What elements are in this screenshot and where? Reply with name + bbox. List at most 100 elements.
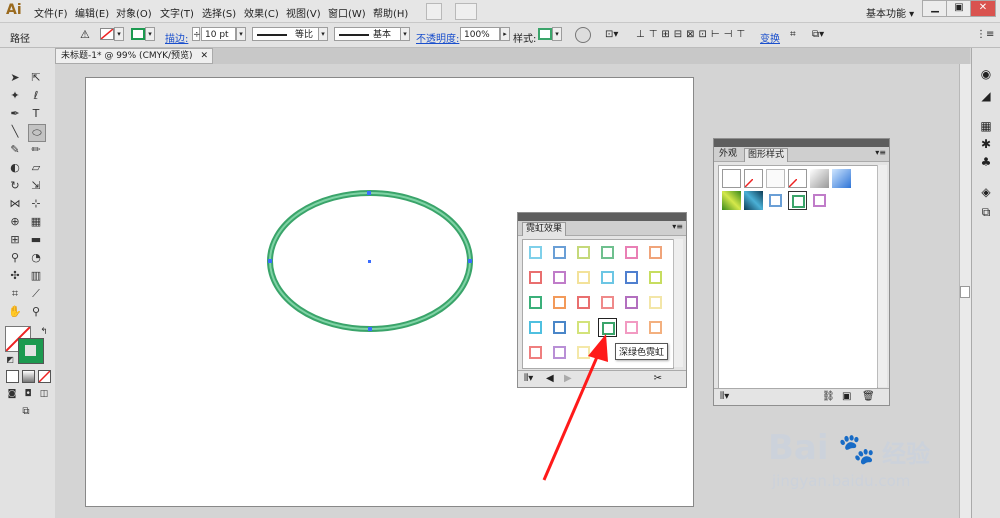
stroke-weight-input[interactable]: 10 pt — [201, 27, 236, 41]
lasso-tool-icon[interactable]: ℓ — [28, 88, 44, 104]
library-menu-icon[interactable]: ⫴▾ — [524, 373, 533, 384]
document-tab[interactable]: 未标题-1* @ 99% (CMYK/预览) ✕ — [55, 48, 213, 64]
neon-swatch[interactable] — [550, 268, 569, 287]
shape-builder-tool-icon[interactable]: ⊕ — [7, 214, 23, 230]
ellipse-shape[interactable] — [265, 188, 475, 333]
neon-swatch[interactable] — [598, 243, 617, 262]
eraser-tool-icon[interactable]: ▱ — [28, 160, 44, 176]
brush-dropdown[interactable]: ▾ — [400, 27, 410, 41]
magic-wand-tool-icon[interactable]: ✦ — [7, 88, 23, 104]
arrange-documents-button[interactable] — [455, 3, 477, 20]
style-blue-texture[interactable] — [744, 191, 763, 210]
neon-swatch[interactable] — [598, 268, 617, 287]
menu-select[interactable]: 选择(S) — [202, 5, 236, 20]
neon-swatch[interactable] — [574, 243, 593, 262]
style-dark-green-neon[interactable] — [788, 191, 807, 210]
color-mode-button[interactable] — [6, 370, 19, 383]
color-panel-icon[interactable]: ◉ — [977, 66, 995, 82]
neon-swatch[interactable] — [622, 243, 641, 262]
style-no-fill[interactable] — [788, 169, 807, 188]
panel-scrollbar[interactable] — [877, 165, 887, 387]
layers-panel-icon[interactable]: ◈ — [977, 184, 995, 200]
break-link-icon[interactable]: ✂ — [654, 373, 662, 384]
scale-tool-icon[interactable]: ⇲ — [28, 178, 44, 194]
tab-appearance[interactable]: 外观 — [716, 148, 740, 161]
style-blue-gradient[interactable] — [832, 169, 851, 188]
opacity-input[interactable]: 100% — [460, 27, 500, 41]
menu-object[interactable]: 对象(O) — [116, 5, 152, 20]
delete-style-icon[interactable]: 🗑 — [862, 391, 875, 402]
zoom-tool-icon[interactable]: ⚲ — [28, 304, 44, 320]
draw-normal-icon[interactable]: ◙ — [4, 386, 20, 402]
panel-header-bar[interactable] — [518, 213, 686, 221]
style-plain[interactable] — [766, 169, 785, 188]
neon-swatch[interactable] — [574, 293, 593, 312]
break-link-icon[interactable]: ⛓ — [822, 391, 835, 402]
neon-swatch[interactable] — [574, 268, 593, 287]
opacity-label[interactable]: 不透明度: — [416, 30, 459, 45]
hand-tool-icon[interactable]: ✋ — [7, 304, 23, 320]
align-to-icon[interactable]: ⊡▾ — [605, 29, 618, 40]
new-style-icon[interactable]: ▣ — [842, 391, 851, 402]
direct-selection-tool-icon[interactable]: ⇱ — [28, 70, 44, 86]
neon-swatch[interactable] — [622, 293, 641, 312]
gradient-mode-button[interactable] — [22, 370, 35, 383]
vertical-scrollbar[interactable] — [959, 64, 971, 518]
fill-color-swatch[interactable] — [100, 28, 114, 40]
rotate-tool-icon[interactable]: ↻ — [7, 178, 23, 194]
menu-type[interactable]: 文字(T) — [160, 5, 194, 20]
line-tool-icon[interactable]: ╲ — [7, 124, 23, 140]
swatches-panel-icon[interactable]: ▦ — [977, 118, 995, 134]
slice-tool-icon[interactable]: ⟋ — [28, 286, 44, 302]
style-blue-neon[interactable] — [766, 191, 785, 210]
bridge-button[interactable] — [426, 3, 442, 20]
stroke-label[interactable]: 描边: — [165, 30, 188, 45]
neon-swatch[interactable] — [646, 318, 665, 337]
symbols-panel-icon[interactable]: ♣ — [977, 154, 995, 170]
paintbrush-tool-icon[interactable]: ✎ — [7, 142, 23, 158]
anchor-point[interactable] — [368, 327, 372, 331]
swap-fill-stroke-icon[interactable]: ↰ — [36, 324, 52, 340]
width-tool-icon[interactable]: ⋈ — [7, 196, 23, 212]
library-menu-icon[interactable]: ⫴▾ — [720, 391, 729, 402]
isolate-icon[interactable]: ⌗ — [790, 29, 796, 40]
fill-dropdown[interactable]: ▾ — [114, 27, 124, 41]
style-default[interactable] — [722, 169, 741, 188]
restore-button[interactable]: ▣ — [946, 0, 972, 17]
tab-graphic-styles[interactable]: 图形样式 — [744, 148, 789, 162]
anchor-point[interactable] — [367, 191, 371, 195]
draw-inside-icon[interactable]: ◫ — [36, 386, 52, 402]
style-green-texture[interactable] — [722, 191, 741, 210]
blob-brush-tool-icon[interactable]: ◐ — [7, 160, 23, 176]
neon-swatch[interactable] — [526, 293, 545, 312]
graphic-style-swatch[interactable] — [538, 28, 552, 40]
neon-swatch[interactable] — [526, 243, 545, 262]
pencil-tool-icon[interactable]: ✏ — [28, 142, 44, 158]
neon-swatch[interactable] — [598, 293, 617, 312]
variable-width-profile[interactable]: 等比 — [252, 27, 328, 41]
perspective-grid-tool-icon[interactable]: ▦ — [28, 214, 44, 230]
transform-link[interactable]: 变换 — [760, 30, 780, 45]
symbol-sprayer-tool-icon[interactable]: ✣ — [7, 268, 23, 284]
menu-effect[interactable]: 效果(C) — [244, 5, 279, 20]
panel-menu-icon[interactable]: ▾≡ — [875, 148, 886, 157]
opacity-dropdown[interactable]: ▸ — [500, 27, 510, 41]
close-tab-icon[interactable]: ✕ — [200, 49, 208, 63]
neon-swatch[interactable] — [622, 318, 641, 337]
style-dropdown[interactable]: ▾ — [552, 27, 562, 41]
style-gray-gradient[interactable] — [810, 169, 829, 188]
brush-definition[interactable]: 基本 — [334, 27, 402, 41]
control-menu-icon[interactable]: ⋮≡ — [976, 29, 994, 40]
recolor-artwork-icon[interactable] — [575, 27, 591, 43]
style-purple-neon[interactable] — [810, 191, 829, 210]
profile-dropdown[interactable]: ▾ — [318, 27, 328, 41]
stroke-indicator[interactable] — [18, 338, 44, 364]
neon-swatch[interactable] — [550, 293, 569, 312]
free-transform-tool-icon[interactable]: ⊹ — [28, 196, 44, 212]
pen-tool-icon[interactable]: ✒ — [7, 106, 23, 122]
anchor-point[interactable] — [268, 259, 272, 263]
menu-help[interactable]: 帮助(H) — [373, 5, 408, 20]
neon-swatch[interactable] — [550, 243, 569, 262]
brushes-panel-icon[interactable]: ✱ — [977, 136, 995, 152]
panel-header-bar[interactable] — [714, 139, 889, 147]
